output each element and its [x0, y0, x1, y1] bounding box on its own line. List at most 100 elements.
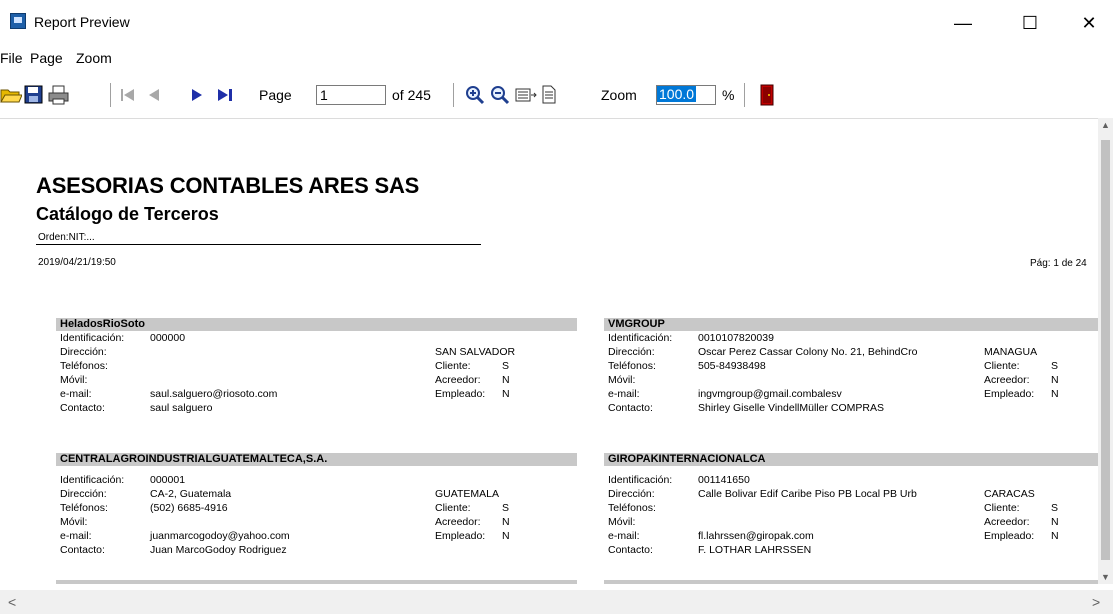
- maximize-button[interactable]: ☐: [1007, 8, 1053, 38]
- print-icon[interactable]: [48, 85, 70, 105]
- page-total: of 245: [392, 87, 431, 103]
- id-label: Identificación:: [608, 332, 673, 344]
- phones-label: Teléfonos:: [60, 502, 108, 514]
- menu-file[interactable]: File: [0, 50, 23, 66]
- record-name: VMGROUP: [604, 318, 1098, 331]
- last-page-icon[interactable]: [216, 88, 236, 102]
- zoom-label: Zoom: [601, 87, 637, 103]
- client-label: Cliente:: [435, 502, 471, 514]
- record-name: HeladosRioSoto: [56, 318, 577, 331]
- contact-value: saul salguero: [150, 402, 213, 414]
- creditor-label: Acreedor:: [435, 516, 481, 528]
- address-value: CA-2, Guatemala: [150, 488, 232, 500]
- menu-page[interactable]: Page: [30, 50, 63, 66]
- mobile-label: Móvil:: [608, 516, 636, 528]
- phones-label: Teléfonos:: [60, 360, 108, 372]
- employee-label: Empleado:: [435, 530, 486, 542]
- client-value: S: [1051, 502, 1059, 514]
- record-divider: [604, 580, 1098, 584]
- fit-width-icon[interactable]: [515, 87, 537, 103]
- id-value: 0010107820039: [698, 332, 774, 344]
- creditor-value: N: [1051, 374, 1059, 386]
- scroll-right-icon[interactable]: >: [1092, 594, 1100, 610]
- contact-label: Contacto:: [608, 402, 653, 414]
- record-name: CENTRALAGROINDUSTRIALGUATEMALTECA,S.A.: [56, 453, 577, 466]
- scroll-up-icon[interactable]: ▲: [1101, 120, 1110, 130]
- email-value: juanmarcogodoy@yahoo.com: [150, 530, 290, 542]
- mobile-label: Móvil:: [60, 374, 88, 386]
- phones-value: 505-84938498: [698, 360, 766, 372]
- client-value: S: [502, 360, 510, 372]
- id-label: Identificación:: [60, 474, 125, 486]
- creditor-value: N: [1051, 516, 1059, 528]
- address-value: Oscar Perez Cassar Colony No. 21, Behind…: [698, 346, 918, 358]
- email-label: e-mail:: [60, 530, 92, 542]
- zoom-value: 100.0: [657, 86, 697, 102]
- employee-label: Empleado:: [984, 530, 1035, 542]
- creditor-label: Acreedor:: [984, 516, 1030, 528]
- next-page-icon[interactable]: [190, 88, 206, 102]
- close-button[interactable]: ✕: [1066, 8, 1112, 38]
- mobile-label: Móvil:: [608, 374, 636, 386]
- creditor-label: Acreedor:: [984, 374, 1030, 386]
- phones-label: Teléfonos:: [608, 360, 656, 372]
- client-value: S: [1051, 360, 1059, 372]
- email-label: e-mail:: [60, 388, 92, 400]
- first-page-icon[interactable]: [120, 88, 138, 102]
- report-title: Catálogo de Terceros: [36, 204, 219, 224]
- id-label: Identificación:: [608, 474, 673, 486]
- minimize-button[interactable]: —: [940, 8, 986, 38]
- title-bar: Report Preview — ☐ ✕: [0, 0, 1113, 46]
- employee-label: Empleado:: [435, 388, 486, 400]
- phones-label: Teléfonos:: [608, 502, 656, 514]
- contact-label: Contacto:: [60, 544, 105, 556]
- zoom-in-icon[interactable]: [465, 85, 485, 105]
- contact-value: F. LOTHAR LAHRSSEN: [698, 544, 812, 556]
- vertical-scroll-thumb[interactable]: [1101, 140, 1110, 560]
- exit-door-icon[interactable]: [760, 84, 774, 106]
- scroll-left-icon[interactable]: <: [8, 594, 16, 610]
- toolbar-separator: [744, 83, 746, 107]
- address-label: Dirección:: [60, 346, 107, 358]
- zoom-unit: %: [722, 87, 735, 103]
- address-value: Calle Bolivar Edif Caribe Piso PB Local …: [698, 488, 917, 500]
- address-label: Dirección:: [60, 488, 107, 500]
- creditor-value: N: [502, 374, 510, 386]
- contact-value: Shirley Giselle VindellMüller COMPRAS: [698, 402, 884, 414]
- client-label: Cliente:: [435, 360, 471, 372]
- previous-page-icon[interactable]: [146, 88, 162, 102]
- city-value: CARACAS: [984, 488, 1035, 500]
- open-folder-icon[interactable]: [0, 85, 22, 105]
- address-label: Dirección:: [608, 346, 655, 358]
- creditor-label: Acreedor:: [435, 374, 481, 386]
- zoom-input[interactable]: 100.0: [656, 85, 716, 105]
- email-value: saul.salguero@riosoto.com: [150, 388, 278, 400]
- contact-value: Juan MarcoGodoy Rodriguez: [150, 544, 287, 556]
- address-label: Dirección:: [608, 488, 655, 500]
- id-value: 001141650: [698, 474, 750, 486]
- mobile-label: Móvil:: [60, 516, 88, 528]
- id-value: 000000: [150, 332, 186, 344]
- email-value: ingvmgroup@gmail.combalesv: [698, 388, 842, 400]
- toolbar: Page of 245 Zoom %: [0, 80, 1113, 110]
- city-value: GUATEMALA: [435, 488, 499, 500]
- sort-order: Orden:NIT:...: [38, 232, 95, 243]
- window-title: Report Preview: [34, 14, 130, 30]
- menu-zoom[interactable]: Zoom: [76, 50, 112, 66]
- zoom-out-icon[interactable]: [490, 85, 510, 105]
- toolbar-separator: [110, 83, 112, 107]
- page-number-input[interactable]: 1: [316, 85, 386, 105]
- fit-page-icon[interactable]: [541, 85, 557, 105]
- report-app-icon: [10, 13, 26, 29]
- toolbar-separator: [453, 83, 455, 107]
- id-label: Identificación:: [60, 332, 125, 344]
- creditor-value: N: [502, 516, 510, 528]
- city-value: SAN SALVADOR: [435, 346, 516, 358]
- record-name: GIROPAKINTERNACIONALCA: [604, 453, 1098, 466]
- horizontal-scrollbar[interactable]: [0, 590, 1113, 614]
- company-name: ASESORIAS CONTABLES ARES SAS: [36, 173, 420, 198]
- contact-label: Contacto:: [60, 402, 105, 414]
- scroll-down-icon[interactable]: ▼: [1101, 572, 1110, 582]
- save-icon[interactable]: [24, 85, 44, 105]
- contact-label: Contacto:: [608, 544, 653, 556]
